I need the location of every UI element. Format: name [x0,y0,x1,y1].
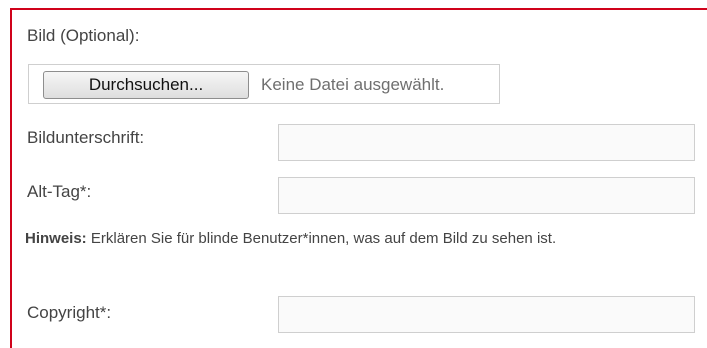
hint-body: Erklären Sie für blinde Benutzer*innen, … [86,230,557,247]
copyright-input[interactable] [278,296,695,333]
image-label: Bild (Optional): [27,26,140,45]
caption-input[interactable] [278,124,695,161]
alt-tag-input[interactable] [278,177,695,214]
hint-bold-label: Hinweis: [25,230,87,247]
copyright-label: Copyright*: [27,303,112,322]
caption-label: Bildunterschrift: [27,128,145,147]
alt-tag-label: Alt-Tag*: [27,182,92,201]
file-upload-control[interactable]: Durchsuchen... Keine Datei ausgewählt. [28,64,500,104]
hint-text: Hinweis: Erklären Sie für blinde Benutze… [25,228,665,250]
browse-button[interactable]: Durchsuchen... [43,71,249,99]
file-status-text: Keine Datei ausgewählt. [261,75,445,94]
